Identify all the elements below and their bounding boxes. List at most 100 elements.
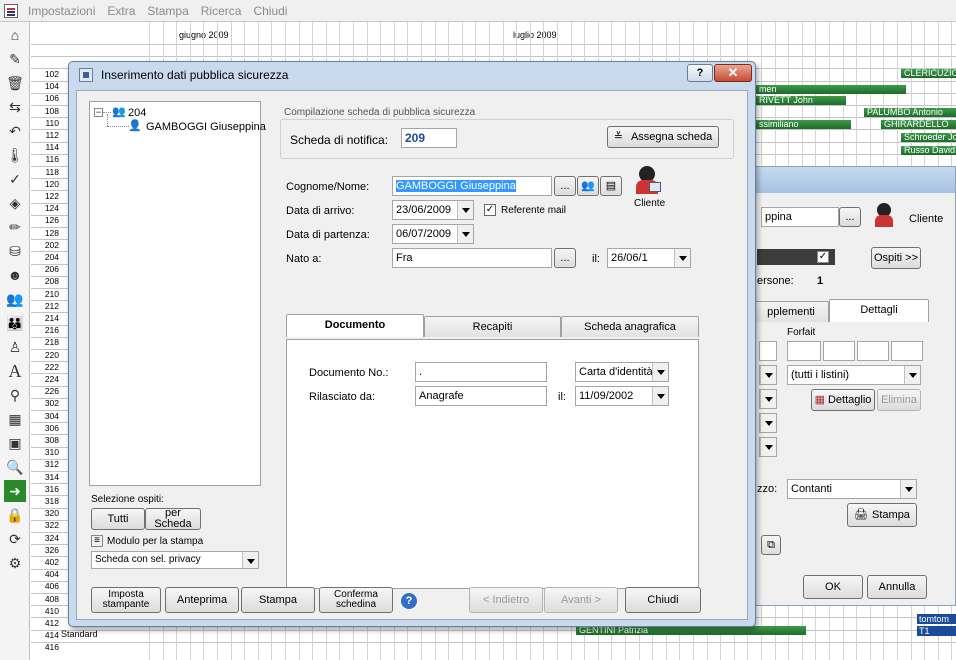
database-icon[interactable]: ⛁	[4, 240, 26, 262]
per-scheda-button[interactable]: per Scheda	[145, 508, 201, 530]
bg-checkbox[interactable]: ✓	[817, 251, 829, 263]
room-number[interactable]: 204	[31, 252, 61, 263]
help-button[interactable]: ?	[687, 64, 713, 82]
room-number[interactable]: 116	[31, 154, 61, 165]
indietro-button[interactable]: < Indietro	[469, 587, 543, 613]
room-number[interactable]: 318	[31, 496, 61, 507]
room-number[interactable]: 214	[31, 313, 61, 324]
room-number[interactable]: 218	[31, 337, 61, 348]
transfer-icon[interactable]: ⇆	[4, 96, 26, 118]
tab-documento[interactable]: Documento	[286, 314, 424, 337]
bg-combo[interactable]	[759, 413, 777, 433]
room-number[interactable]: 414	[31, 630, 61, 641]
scheda-field[interactable]: 209	[401, 128, 457, 148]
room-number[interactable]: 416	[31, 642, 61, 653]
guest-bar[interactable]: CLERICUZIO	[901, 69, 956, 78]
tab-scheda-anagrafica[interactable]: Scheda anagrafica	[561, 316, 699, 337]
room-number[interactable]: 302	[31, 398, 61, 409]
avanti-button[interactable]: Avanti >	[544, 587, 618, 613]
imposta-stampante-button[interactable]: Imposta stampante	[91, 587, 161, 613]
guest-bar[interactable]: Schroeder Jo	[901, 133, 956, 142]
room-number[interactable]: 122	[31, 191, 61, 202]
rilasciato-il-date[interactable]: 11/09/2002	[575, 386, 669, 406]
client-icon[interactable]	[873, 203, 897, 229]
menu-stampa[interactable]: Stampa	[141, 4, 194, 18]
check-icon[interactable]: ✓	[4, 168, 26, 190]
ospiti-button[interactable]: Ospiti >>	[871, 247, 921, 269]
stampa-button[interactable]: Stampa	[241, 587, 315, 613]
room-number[interactable]: 212	[31, 301, 61, 312]
room-number[interactable]: 320	[31, 508, 61, 519]
bg-combo[interactable]	[759, 389, 777, 409]
guest-bar[interactable]: tomtom	[917, 614, 956, 624]
forfait-cell[interactable]	[891, 341, 923, 361]
room-number[interactable]: 316	[31, 484, 61, 495]
blocks-icon[interactable]: ▦	[4, 408, 26, 430]
room-number[interactable]: 220	[31, 350, 61, 361]
room-number[interactable]: 210	[31, 289, 61, 300]
menu-chiudi[interactable]: Chiudi	[247, 4, 293, 18]
binoculars-icon[interactable]: ⚲	[4, 384, 26, 406]
font-icon[interactable]: A	[4, 360, 26, 382]
room-number[interactable]: 314	[31, 472, 61, 483]
room-number[interactable]: 410	[31, 606, 61, 617]
room-number[interactable]: 402	[31, 557, 61, 568]
client-icon[interactable]	[633, 166, 663, 196]
cognome-field[interactable]: GAMBOGGI Giuseppina	[392, 176, 552, 196]
guests-lookup-icon[interactable]: 👥	[577, 176, 599, 196]
nato-browse-button[interactable]: ...	[554, 248, 576, 268]
guest-bar[interactable]: Russo David	[901, 146, 956, 155]
documento-tipo-combo[interactable]: Carta d'identità	[575, 362, 669, 382]
room-number[interactable]: 404	[31, 569, 61, 580]
tag-icon[interactable]: ◈	[4, 192, 26, 214]
chiudi-button[interactable]: Chiudi	[625, 587, 701, 613]
guest-bar[interactable]: men	[756, 85, 906, 94]
room-number[interactable]: 110	[31, 118, 61, 129]
room-number[interactable]: 412	[31, 618, 61, 629]
assegna-scheda-button[interactable]: ≚ Assegna scheda	[607, 126, 719, 148]
room-number[interactable]: 112	[31, 130, 61, 141]
room-number[interactable]: 128	[31, 228, 61, 239]
guest-bar[interactable]: PALUMBO Antonio	[864, 108, 956, 117]
person-r-icon[interactable]: ♙	[4, 336, 26, 358]
dettaglio-button[interactable]: ▦ Dettaglio	[811, 389, 875, 411]
collapse-icon[interactable]: −	[94, 108, 103, 117]
conferma-schedina-button[interactable]: Conferma schedina	[319, 587, 393, 613]
room-number[interactable]: 226	[31, 386, 61, 397]
home-icon[interactable]: ⌂	[4, 24, 26, 46]
pencil-icon[interactable]: ✏	[4, 216, 26, 238]
room-number[interactable]: 326	[31, 545, 61, 556]
listini-combo[interactable]: (tutti i listini)	[787, 365, 921, 385]
room-number[interactable]: 312	[31, 459, 61, 470]
ok-button[interactable]: OK	[803, 575, 863, 599]
menu-ricerca[interactable]: Ricerca	[195, 4, 248, 18]
modulo-combo[interactable]: Scheda con sel. privacy	[91, 551, 259, 569]
guest-bar[interactable]: GHIRARDELLO	[881, 120, 956, 129]
room-number[interactable]: 102	[31, 69, 61, 80]
exit-icon[interactable]: ➜	[4, 480, 26, 502]
nato-field[interactable]: Fra	[392, 248, 552, 268]
elimina-button[interactable]: Elimina	[877, 389, 921, 411]
tab-recapiti[interactable]: Recapiti	[424, 316, 561, 337]
refresh-icon[interactable]: ⟳	[4, 528, 26, 550]
tab-supplementi[interactable]: pplementi	[753, 301, 829, 322]
cognome-browse-button[interactable]: ...	[554, 176, 576, 196]
bg-name-field[interactable]: ppina	[761, 207, 839, 227]
room-number[interactable]: 224	[31, 374, 61, 385]
room-number[interactable]: 324	[31, 533, 61, 544]
room-number[interactable]: 322	[31, 520, 61, 531]
room-number[interactable]: 106	[31, 93, 61, 104]
tree-room[interactable]: 204	[128, 107, 146, 119]
anteprima-button[interactable]: Anteprima	[165, 587, 239, 613]
room-number[interactable]: 126	[31, 215, 61, 226]
copy-icon[interactable]: ⧉	[761, 535, 781, 555]
guest-bar[interactable]: GENTINI Patrizia	[576, 626, 806, 635]
room-number[interactable]: 310	[31, 447, 61, 458]
room-number[interactable]: 216	[31, 325, 61, 336]
info-icon[interactable]: ?	[401, 593, 417, 609]
rilasciato-field[interactable]: Anagrafe	[415, 386, 547, 406]
room-number[interactable]: 124	[31, 203, 61, 214]
documento-field[interactable]: .	[415, 362, 547, 382]
tab-dettagli[interactable]: Dettagli	[829, 299, 929, 322]
partenza-date[interactable]: 06/07/2009	[392, 224, 474, 244]
